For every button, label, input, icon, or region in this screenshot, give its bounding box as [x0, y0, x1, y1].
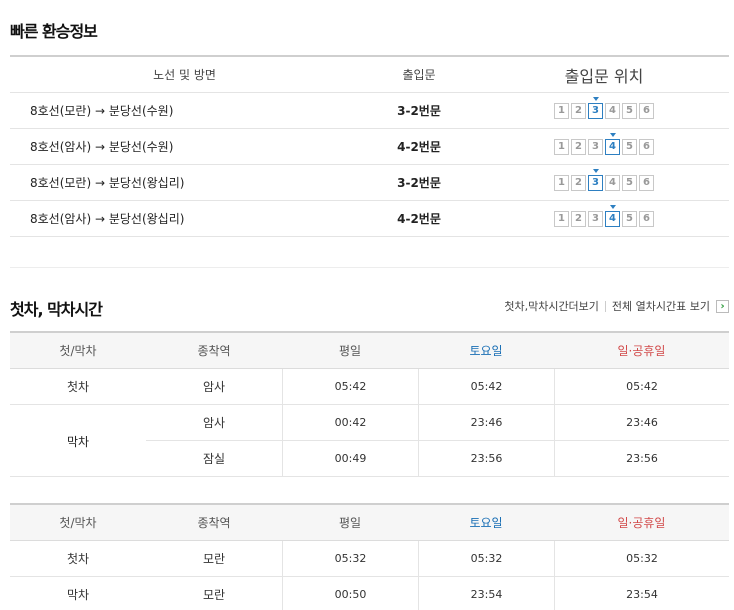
col-terminal: 종착역	[197, 344, 231, 358]
table1-header: 첫/막차 종착역 평일 토요일 일·공휴일	[10, 333, 729, 369]
first-last-more-link[interactable]: 첫차,막차시간더보기	[504, 298, 599, 314]
holiday-time: 05:32	[554, 541, 729, 576]
door-box-active: 3	[588, 96, 603, 119]
door-box: 4	[605, 174, 620, 191]
door-box: 6	[639, 138, 654, 155]
holiday-time: 23:54	[554, 577, 729, 610]
transfer-table-header: 노선 및 방면 출입문 출입문 위치	[10, 57, 729, 93]
last-train-label: 막차	[10, 406, 146, 476]
weekday-time: 00:50	[282, 577, 418, 610]
door-box: 1	[554, 174, 569, 191]
door-box: 3	[588, 138, 603, 155]
door-position-indicator: 123456	[479, 96, 729, 119]
last-train-label: 막차	[66, 588, 90, 602]
door-box: 2	[571, 102, 586, 119]
door-box: 5	[622, 138, 637, 155]
transfer-route: 8호선(모란) → 분당선(수원)	[30, 104, 174, 118]
door-box: 2	[571, 174, 586, 191]
transfer-door: 4-2번문	[397, 140, 441, 154]
transfer-route: 8호선(모란) → 분당선(왕십리)	[30, 176, 185, 190]
transfer-door: 4-2번문	[397, 212, 441, 226]
door-position-indicator: 123456	[479, 168, 729, 191]
saturday-time: 23:56	[418, 441, 554, 476]
saturday-time: 05:42	[418, 369, 554, 404]
col-first-last: 첫/막차	[59, 344, 97, 358]
col-terminal: 종착역	[197, 516, 231, 530]
door-box: 2	[571, 210, 586, 227]
weekday-time: 00:42	[282, 405, 418, 440]
terminal-station: 암사	[202, 380, 226, 394]
first-last-table-1: 첫/막차 종착역 평일 토요일 일·공휴일 첫차 암사 05:42 05:42 …	[10, 331, 729, 477]
full-timetable-link[interactable]: 전체 열차시간표 보기	[612, 298, 710, 314]
weekday-time: 05:42	[282, 369, 418, 404]
transfer-section-title: 빠른 환승정보	[10, 22, 98, 41]
first-train-label: 첫차	[66, 380, 90, 394]
col-holiday: 일·공휴일	[617, 344, 666, 358]
table2-header: 첫/막차 종착역 평일 토요일 일·공휴일	[10, 505, 729, 541]
door-position-indicator: 123456	[479, 132, 729, 155]
chevron-right-icon[interactable]: ›	[716, 299, 729, 313]
terminal-station: 암사	[202, 416, 226, 430]
col-saturday: 토요일	[469, 516, 503, 530]
door-box: 1	[554, 138, 569, 155]
transfer-door: 3-2번문	[397, 176, 441, 190]
transfer-route: 8호선(암사) → 분당선(수원)	[30, 140, 174, 154]
table-row: 첫차 모란 05:32 05:32 05:32	[10, 541, 729, 577]
door-position-indicator: 123456	[479, 204, 729, 227]
door-box: 1	[554, 210, 569, 227]
transfer-door: 3-2번문	[397, 104, 441, 118]
door-box: 5	[622, 102, 637, 119]
link-divider	[604, 300, 606, 312]
header-door-position: 출입문 위치	[564, 66, 644, 86]
first-last-table-2: 첫/막차 종착역 평일 토요일 일·공휴일 첫차 모란 05:32 05:32 …	[10, 503, 729, 610]
holiday-time: 05:42	[554, 369, 729, 404]
weekday-time: 00:49	[282, 441, 418, 476]
terminal-station: 모란	[202, 552, 226, 566]
transfer-row: 8호선(암사) → 분당선(왕십리) 4-2번문 1 2 3 4 5 6	[10, 201, 729, 237]
door-box: 3	[588, 210, 603, 227]
transfer-table: 노선 및 방면 출입문 출입문 위치 8호선(모란) → 분당선(수원) 3-2번…	[10, 55, 729, 237]
timetable-links: 첫차,막차시간더보기 전체 열차시간표 보기 ›	[504, 298, 729, 314]
door-box-active: 4	[605, 204, 620, 227]
door-box-active: 3	[588, 168, 603, 191]
door-box: 2	[571, 138, 586, 155]
holiday-time: 23:56	[554, 441, 729, 476]
door-box-active: 4	[605, 132, 620, 155]
saturday-time: 23:46	[418, 405, 554, 440]
door-box: 4	[605, 102, 620, 119]
table-row: 첫차 암사 05:42 05:42 05:42	[10, 369, 729, 405]
door-box: 1	[554, 102, 569, 119]
weekday-time: 05:32	[282, 541, 418, 576]
saturday-time: 05:32	[418, 541, 554, 576]
first-train-label: 첫차	[66, 552, 90, 566]
door-box: 6	[639, 174, 654, 191]
transfer-route: 8호선(암사) → 분당선(왕십리)	[30, 212, 185, 226]
timetable-section-title: 첫차, 막차시간	[10, 300, 103, 319]
door-box: 5	[622, 174, 637, 191]
header-route: 노선 및 방면	[153, 68, 216, 82]
door-box: 5	[622, 210, 637, 227]
terminal-station: 잠실	[202, 452, 226, 466]
transfer-row: 8호선(암사) → 분당선(수원) 4-2번문 1 2 3 4 5 6	[10, 129, 729, 165]
door-box: 6	[639, 102, 654, 119]
transfer-row: 8호선(모란) → 분당선(왕십리) 3-2번문 1 2 3 4 5 6	[10, 165, 729, 201]
col-holiday: 일·공휴일	[617, 516, 666, 530]
saturday-time: 23:54	[418, 577, 554, 610]
table-row: 막차 모란 00:50 23:54 23:54	[10, 577, 729, 610]
col-weekday: 평일	[338, 516, 362, 530]
terminal-station: 모란	[202, 588, 226, 602]
holiday-time: 23:46	[554, 405, 729, 440]
col-first-last: 첫/막차	[59, 516, 97, 530]
section-divider	[10, 267, 729, 268]
header-door: 출입문	[402, 68, 436, 82]
col-weekday: 평일	[338, 344, 362, 358]
transfer-row: 8호선(모란) → 분당선(수원) 3-2번문 1 2 3 4 5 6	[10, 93, 729, 129]
col-saturday: 토요일	[469, 344, 503, 358]
door-box: 6	[639, 210, 654, 227]
